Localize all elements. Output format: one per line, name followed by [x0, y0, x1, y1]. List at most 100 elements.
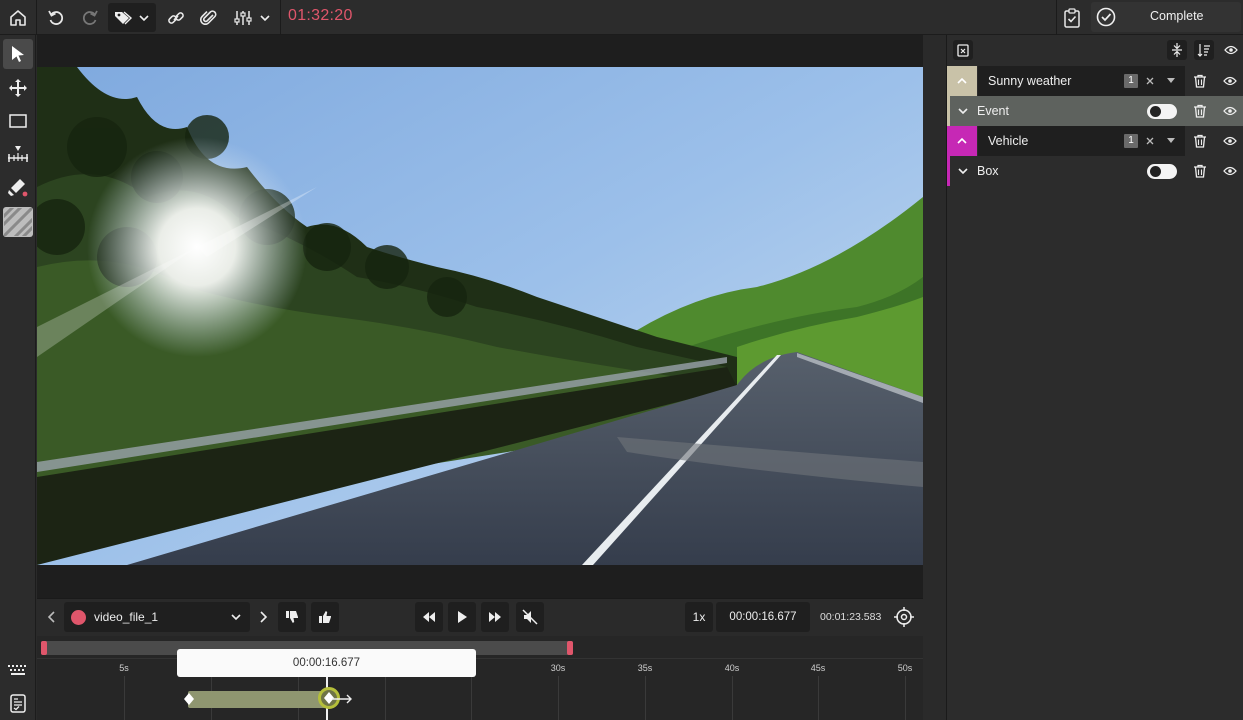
play-button[interactable]: [448, 602, 476, 632]
eye-icon[interactable]: [1223, 166, 1237, 176]
class-row-event[interactable]: Event: [947, 96, 1243, 126]
chevron-up-icon: [957, 137, 967, 144]
eye-icon: [1224, 45, 1238, 55]
link-button[interactable]: [163, 3, 189, 32]
tick-label: 40s: [724, 663, 740, 673]
undo-button[interactable]: [43, 3, 69, 32]
close-icon[interactable]: [1145, 136, 1155, 146]
box-toggle[interactable]: [1147, 164, 1177, 179]
eye-icon[interactable]: [1223, 106, 1237, 116]
file-selector[interactable]: video_file_1: [64, 602, 250, 632]
keyboard-icon: [8, 665, 26, 675]
timeline[interactable]: 5s 30s 35s 40s 45s 50s 00:00:16.677: [37, 636, 923, 720]
task-list-button[interactable]: [1059, 3, 1085, 32]
current-time[interactable]: 00:00:16.677: [716, 602, 810, 632]
tag-color-swatch[interactable]: [947, 126, 977, 156]
thumbs-down-button[interactable]: [278, 602, 306, 632]
chevron-down-icon: [231, 614, 241, 621]
keyframe-icon: [184, 693, 194, 705]
shortcuts-button[interactable]: [3, 655, 33, 685]
tag-row-vehicle[interactable]: Vehicle 1: [947, 126, 1243, 156]
top-toolbar: 01:32:20 Complete: [0, 0, 1243, 35]
home-icon: [10, 9, 26, 26]
total-duration: 00:01:23.583: [820, 611, 882, 623]
tag-color-swatch[interactable]: [947, 66, 977, 96]
close-icon[interactable]: [1145, 76, 1155, 86]
tag-dropdown-button[interactable]: [108, 3, 156, 32]
trash-icon[interactable]: [1193, 134, 1207, 148]
eye-icon[interactable]: [1223, 136, 1237, 146]
prev-file-button[interactable]: [43, 605, 61, 629]
move-icon: [9, 79, 27, 97]
move-tool[interactable]: [3, 73, 33, 103]
caret-down-icon[interactable]: [1166, 137, 1176, 145]
trash-icon[interactable]: [1193, 164, 1207, 178]
chevron-down-icon[interactable]: [957, 165, 969, 177]
rectangle-tool[interactable]: [3, 106, 33, 136]
tag-row-sunny-weather[interactable]: Sunny weather 1: [947, 66, 1243, 96]
thumbs-down-icon: [286, 611, 298, 623]
complete-button[interactable]: Complete: [1091, 2, 1241, 32]
eye-icon[interactable]: [1223, 76, 1237, 86]
measure-tool[interactable]: [3, 139, 33, 169]
caret-down-icon[interactable]: [1166, 77, 1176, 85]
fast-forward-icon: [489, 612, 501, 622]
file-name: video_file_1: [94, 610, 159, 624]
sort-button[interactable]: [1194, 40, 1214, 60]
undo-icon: [48, 10, 64, 25]
redo-button[interactable]: [77, 3, 103, 32]
video-canvas[interactable]: [37, 35, 923, 598]
chevron-down-icon: [260, 14, 270, 21]
settings-dropdown-button[interactable]: [230, 3, 274, 32]
chevron-down-icon[interactable]: [957, 105, 969, 117]
check-circle-icon: [1096, 7, 1116, 27]
target-button[interactable]: [892, 605, 916, 629]
thumbs-up-button[interactable]: [311, 602, 339, 632]
panel-toolbar: [947, 35, 1243, 66]
scrollbar-end-handle[interactable]: [567, 641, 573, 655]
tag-count: 1: [1124, 134, 1138, 148]
report-icon: [10, 694, 26, 713]
annotation-segment[interactable]: [184, 691, 328, 708]
tick-label: 35s: [637, 663, 653, 673]
chevron-left-icon: [47, 611, 55, 623]
link-icon: [168, 11, 184, 24]
visibility-all-button[interactable]: [1221, 40, 1241, 60]
clipboard-delete-icon: [957, 44, 969, 57]
tag-icon: [115, 10, 133, 24]
video-frame: [37, 67, 923, 565]
event-toggle[interactable]: [1147, 104, 1177, 119]
ruler-icon: [8, 146, 28, 162]
left-toolbar: [0, 35, 36, 720]
attach-button[interactable]: [196, 3, 222, 32]
muted-icon: [522, 609, 538, 625]
paint-icon: [8, 179, 28, 197]
brush-tool[interactable]: [3, 172, 33, 202]
hatch-tool[interactable]: [3, 207, 33, 237]
playback-speed[interactable]: 1x: [685, 602, 713, 632]
rewind-button[interactable]: [415, 602, 443, 632]
tag-label: Sunny weather: [988, 74, 1072, 88]
trash-icon[interactable]: [1193, 74, 1207, 88]
resize-arrow-icon: [332, 694, 352, 704]
chevron-up-icon: [957, 77, 967, 84]
trash-icon[interactable]: [1193, 104, 1207, 118]
fast-forward-button[interactable]: [481, 602, 509, 632]
clipboard-check-icon: [1064, 7, 1080, 28]
chevron-down-icon: [139, 14, 149, 21]
clear-button[interactable]: [953, 40, 973, 60]
tick-label: 45s: [810, 663, 826, 673]
home-button[interactable]: [5, 3, 31, 32]
play-icon: [458, 611, 467, 623]
scrollbar-start-handle[interactable]: [41, 641, 47, 655]
collapse-all-button[interactable]: [1167, 40, 1187, 60]
crosshair-icon: [894, 607, 914, 627]
report-button[interactable]: [3, 688, 33, 718]
elapsed-timer: 01:32:20: [288, 7, 353, 24]
time-tooltip: 00:00:16.677: [177, 649, 476, 677]
mute-button[interactable]: [516, 602, 544, 632]
collapse-icon: [1172, 43, 1182, 57]
class-row-box[interactable]: Box: [947, 156, 1243, 186]
select-tool[interactable]: [3, 39, 33, 69]
next-file-button[interactable]: [254, 605, 272, 629]
